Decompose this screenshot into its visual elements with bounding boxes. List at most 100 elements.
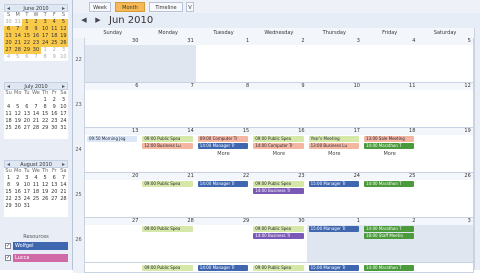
mini-day[interactable]: 6 [50,175,59,182]
mini-day[interactable]: 8 [41,54,50,61]
appointment[interactable]: 14:00 Marathon T [364,265,415,271]
appointment[interactable]: 09:00 Public Spea [253,226,304,232]
day-cell[interactable]: 5 [417,38,474,83]
mini-day[interactable]: 29 [22,47,32,54]
next-month-icon[interactable]: ▸ [62,5,65,13]
day-cell[interactable]: 30 [85,38,142,83]
appointment[interactable]: 14:00 Manager Tr [197,265,249,271]
mini-day[interactable]: 17 [40,33,50,40]
mini-day[interactable]: 22 [41,118,50,125]
mini-day[interactable]: 28 [59,196,68,203]
mini-day[interactable]: 15 [41,111,50,118]
mini-day[interactable]: 28 [31,125,40,132]
mini-day[interactable]: 24 [22,196,31,203]
day-cell[interactable]: 24 15:00 Manager Tr [306,173,363,218]
vertical-scrollbar[interactable] [474,28,480,270]
mini-day[interactable]: 5 [13,104,22,111]
mini-day[interactable]: 30 [50,125,59,132]
appointment[interactable]: 14:00 Business Tr [253,233,304,239]
more-link[interactable]: More [362,151,417,157]
next-arrow-icon[interactable]: ▶ [93,16,103,25]
day-cell[interactable]: 22 14:00 Manager Tr [195,173,253,218]
day-cell[interactable]: 17 Year's Meeting 13:00 Business Lu More [306,128,363,173]
appointment[interactable]: 14:00 Marathon T [364,143,415,149]
mini-day[interactable]: 21 [59,189,68,196]
mini-day[interactable]: 18 [31,189,40,196]
day-cell[interactable]: 1 15:00 Manager Tr [306,218,363,263]
tab-week[interactable]: Week [89,2,111,12]
day-cell[interactable]: 7 [140,83,197,128]
day-cell[interactable]: 11 [362,83,419,128]
mini-day[interactable]: 13 [22,111,31,118]
mini-day[interactable]: 30 [31,47,41,54]
day-cell[interactable]: 09:00 Public Spea [140,263,197,273]
previous-month-icon[interactable]: ◂ [7,161,10,169]
appointment[interactable]: 18:00 Staff Meetin [364,233,415,239]
mini-day[interactable]: 18 [4,118,13,125]
day-cell[interactable]: 25 14:00 Marathon T [362,173,419,218]
mini-day[interactable]: 27 [4,47,14,54]
mini-day[interactable]: 14 [59,182,68,189]
mini-day[interactable]: 11 [4,111,13,118]
mini-day[interactable]: 8 [41,104,50,111]
mini-day[interactable]: 11 [49,26,59,33]
mini-day[interactable]: 11 [31,182,40,189]
mini-day[interactable]: 30 [13,203,22,210]
mini-day[interactable]: 31 [13,19,22,26]
day-cell[interactable]: 9 [251,83,308,128]
appointment[interactable]: 12:00 Business Lu [142,143,193,149]
mini-day[interactable]: 9 [31,26,41,33]
mini-day[interactable]: 29 [4,203,13,210]
mini-day[interactable]: 20 [4,40,14,47]
day-cell[interactable] [417,263,474,273]
day-cell[interactable]: 6 [85,83,142,128]
mini-day[interactable]: 2 [31,19,41,26]
mini-day[interactable]: 23 [31,40,41,47]
mini-day[interactable]: 7 [31,104,40,111]
mini-day[interactable]: 6 [22,54,31,61]
mini-day[interactable]: 7 [31,54,40,61]
mini-day[interactable]: 22 [4,196,13,203]
next-month-icon[interactable]: ▸ [62,161,65,169]
mini-day[interactable]: 9 [13,182,22,189]
mini-day[interactable]: 4 [4,54,13,61]
mini-day[interactable]: 13 [50,182,59,189]
day-cell[interactable]: 14:00 Manager Tr [195,263,253,273]
mini-day[interactable]: 5 [13,54,22,61]
day-cell[interactable]: 20 [85,173,142,218]
tab-v[interactable]: V [186,2,194,12]
mini-day[interactable]: 10 [40,26,50,33]
day-cell[interactable]: 26 [417,173,474,218]
appointment[interactable]: 09:00 Public Spea [253,136,304,142]
day-cell[interactable]: 14 09:00 Public Spea 12:00 Business Lu [140,128,197,173]
mini-day[interactable]: 20 [50,189,59,196]
mini-day[interactable]: 4 [4,104,13,111]
appointment[interactable]: 09:50 Morning Jog [87,136,138,142]
mini-day[interactable]: 16 [31,33,41,40]
mini-day[interactable]: 25 [31,196,40,203]
mini-day[interactable]: 6 [22,104,31,111]
appointment[interactable]: 09:00 Public Spea [142,265,193,271]
day-cell[interactable]: 09:00 Public Spea [251,263,308,273]
day-cell[interactable]: 29 [195,218,253,263]
day-cell[interactable]: 2 [251,38,308,83]
mini-day[interactable]: 1 [41,97,50,104]
resource-item[interactable]: ✓ Lucca [4,254,68,262]
next-month-icon[interactable]: ▸ [62,83,65,91]
more-link[interactable]: More [196,151,251,157]
day-cell[interactable]: 8 [195,83,253,128]
day-cell[interactable]: 2 14:00 Marathon T 18:00 Staff Meetin [362,218,419,263]
appointment[interactable]: 15:00 Manager Tr [308,181,359,187]
day-cell[interactable]: 15 09:00 Computer Tr 14:00 Manager Tr More [195,128,253,173]
mini-day[interactable]: 27 [22,125,31,132]
day-cell[interactable]: 12 [417,83,474,128]
appointment[interactable]: 13:00 Business Lu [308,143,359,149]
mini-day[interactable]: 19 [58,33,68,40]
mini-day[interactable]: 23 [13,196,22,203]
appointment[interactable]: 09:00 Computer Tr [197,136,249,142]
mini-day[interactable]: 3 [59,97,68,104]
mini-day[interactable]: 29 [41,125,50,132]
mini-day[interactable]: 10 [22,182,31,189]
day-cell[interactable]: 10 [306,83,363,128]
mini-day[interactable]: 22 [22,40,32,47]
